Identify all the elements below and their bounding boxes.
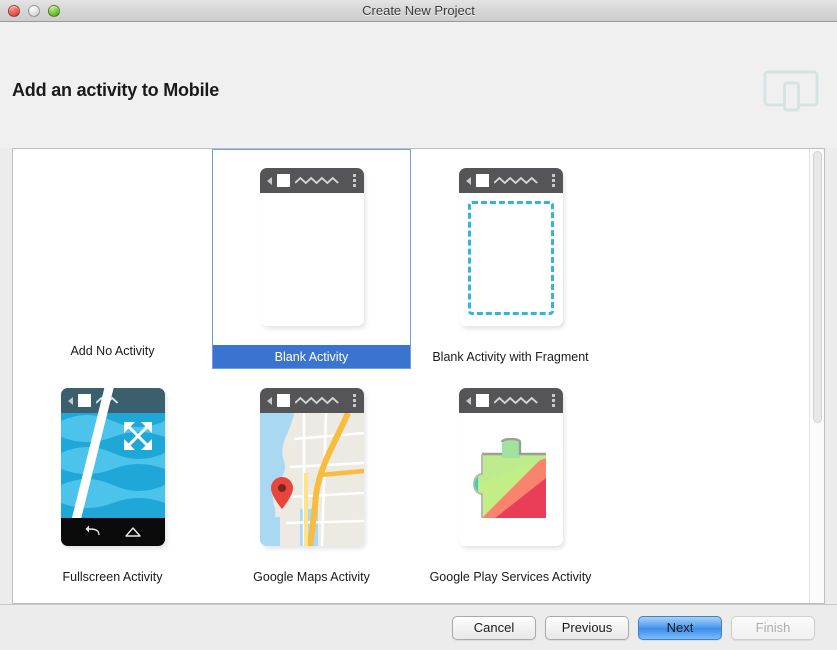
title-zigzag-icon — [493, 396, 538, 405]
phone-screen — [458, 413, 563, 546]
app-icon-placeholder — [475, 174, 489, 187]
back-chevron-icon — [465, 396, 471, 405]
app-icon-placeholder — [475, 394, 489, 407]
overflow-menu-icon — [551, 174, 555, 187]
fullscreen-expand-icon — [123, 422, 152, 450]
activity-card-login-activity[interactable]: Ⓢ — [13, 589, 212, 603]
title-zigzag-icon — [294, 396, 339, 405]
window-title: Create New Project — [362, 3, 475, 18]
activity-card-add-no-activity[interactable]: Add No Activity — [13, 149, 212, 369]
activity-card-google-maps-activity[interactable]: Google Maps Activity — [212, 369, 411, 589]
phone-mockup — [458, 388, 563, 546]
thumb-fragment-phone — [411, 149, 610, 345]
phone-appbar — [458, 388, 563, 413]
back-chevron-icon — [67, 396, 73, 405]
window-titlebar: Create New Project — [0, 0, 837, 22]
app-icon-placeholder — [276, 394, 290, 407]
back-chevron-icon — [266, 176, 272, 185]
back-chevron-icon — [266, 396, 272, 405]
phone-appbar — [259, 168, 364, 193]
thumb-maps-phone — [212, 369, 411, 565]
app-icon-placeholder — [77, 394, 91, 407]
thumb-master-detail-tablet — [212, 589, 411, 603]
phone-appbar — [458, 168, 563, 193]
back-arrow-icon — [85, 525, 100, 536]
phone-screen — [458, 193, 563, 326]
thumb-blank-phone — [212, 149, 411, 345]
phone-mockup — [60, 388, 165, 546]
thumb-play-services-phone — [411, 369, 610, 565]
gallery-scrollbar-thumb[interactable] — [813, 151, 822, 423]
title-zigzag-icon — [294, 176, 339, 185]
android-nav-bar — [60, 518, 165, 546]
phone-appbar — [259, 388, 364, 413]
tablet-phone-icon — [763, 70, 819, 112]
phone-mockup — [259, 388, 364, 546]
overflow-menu-icon — [551, 394, 555, 407]
title-zigzag-icon — [493, 176, 538, 185]
overflow-menu-icon — [352, 174, 356, 187]
activity-label: Blank Activity with Fragment — [432, 350, 589, 364]
dialog-footer: Cancel Previous Next Finish — [0, 604, 837, 650]
thumb-login-phone: Ⓢ — [13, 589, 212, 603]
home-icon — [124, 527, 141, 537]
activity-card-master-detail-flow[interactable]: Master/Detail Flow — [212, 589, 411, 603]
thumb-fullscreen-phone — [13, 369, 212, 565]
cancel-button[interactable]: Cancel — [452, 615, 536, 640]
gallery-scrollbar[interactable] — [809, 149, 824, 603]
activity-label: Google Maps Activity — [253, 570, 370, 584]
activity-label: Google Play Services Activity — [429, 570, 592, 584]
activity-label: Blank Activity — [212, 345, 411, 369]
phone-screen — [259, 193, 364, 326]
overflow-menu-icon — [352, 394, 356, 407]
finish-button: Finish — [731, 615, 815, 640]
map-preview — [259, 413, 364, 546]
activity-card-blank-activity[interactable]: Blank Activity — [212, 149, 411, 369]
activity-card-blank-activity-with-fragment[interactable]: Blank Activity with Fragment — [411, 149, 610, 369]
activity-label: Fullscreen Activity — [62, 570, 163, 584]
play-services-puzzle-icon — [472, 437, 546, 518]
page-title: Add an activity to Mobile — [12, 80, 220, 100]
activity-gallery-panel: Add No Activity Blank Activity Blank Act… — [12, 148, 825, 604]
activity-card-fullscreen-activity[interactable]: Fullscreen Activity — [13, 369, 212, 589]
phone-mockup — [458, 168, 563, 326]
phone-mockup — [259, 168, 364, 326]
fragment-dashed-region — [467, 201, 554, 315]
next-button[interactable]: Next — [638, 615, 722, 640]
back-chevron-icon — [465, 176, 471, 185]
app-icon-placeholder — [276, 174, 290, 187]
previous-button[interactable]: Previous — [545, 615, 629, 640]
page-header: Add an activity to Mobile — [0, 22, 837, 148]
activity-card-google-play-services-activity[interactable]: Google Play Services Activity — [411, 369, 610, 589]
activity-gallery: Add No Activity Blank Activity Blank Act… — [13, 149, 803, 603]
create-new-project-window: Create New Project Add an activity to Mo… — [0, 0, 837, 650]
